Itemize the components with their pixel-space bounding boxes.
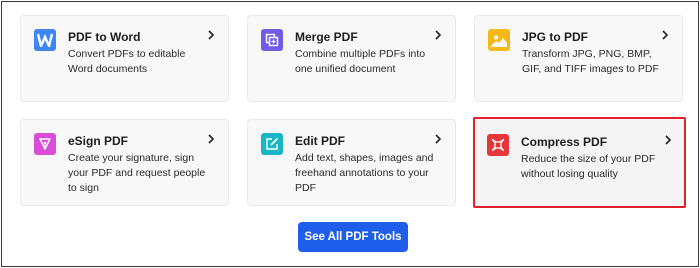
- chevron-right-icon: [435, 134, 442, 144]
- tool-card-description: Reduce the size of your PDF without losi…: [521, 153, 656, 180]
- chevron-right-icon: [665, 135, 672, 145]
- tool-card-description: Create your signature, sign your PDF and…: [68, 152, 206, 194]
- merge-icon: [261, 29, 283, 51]
- edit-icon: [261, 133, 283, 155]
- tool-card-compress-pdf[interactable]: Compress PDF Reduce the size of your PDF…: [473, 117, 686, 208]
- chevron-right-icon: [435, 30, 442, 40]
- tool-card-title: Merge PDF: [295, 30, 358, 44]
- see-all-pdf-tools-button[interactable]: See All PDF Tools: [298, 222, 408, 252]
- tool-card-description: Combine multiple PDFs into one unified d…: [295, 48, 426, 75]
- pen-icon: [34, 133, 56, 155]
- tool-card-description: Transform JPG, PNG, BMP, GIF, and TIFF i…: [522, 48, 659, 75]
- screenshot-frame: PDF to Word Convert PDFs to editable Wor…: [1, 1, 699, 267]
- tool-card-jpg-to-pdf[interactable]: JPG to PDF Transform JPG, PNG, BMP, GIF,…: [474, 15, 683, 102]
- tool-card-description: Convert PDFs to editable Word documents: [68, 48, 186, 75]
- image-icon: [488, 29, 510, 51]
- chevron-right-icon: [208, 134, 215, 144]
- tool-card-edit-pdf[interactable]: Edit PDF Add text, shapes, images and fr…: [247, 119, 456, 206]
- tool-card-title: PDF to Word: [68, 30, 141, 44]
- chevron-right-icon: [662, 30, 669, 40]
- tool-card-esign-pdf[interactable]: eSign PDF Create your signature, sign yo…: [20, 119, 229, 206]
- tool-card-pdf-to-word[interactable]: PDF to Word Convert PDFs to editable Wor…: [20, 15, 229, 102]
- tool-card-merge-pdf[interactable]: Merge PDF Combine multiple PDFs into one…: [247, 15, 456, 102]
- word-icon: [34, 29, 56, 51]
- chevron-right-icon: [208, 30, 215, 40]
- tool-card-description: Add text, shapes, images and freehand an…: [295, 152, 434, 194]
- tool-card-title: JPG to PDF: [522, 30, 589, 44]
- compress-icon: [487, 134, 509, 156]
- tool-card-title: eSign PDF: [68, 134, 129, 148]
- tool-card-title: Edit PDF: [295, 134, 345, 148]
- tool-card-title: Compress PDF: [521, 135, 608, 149]
